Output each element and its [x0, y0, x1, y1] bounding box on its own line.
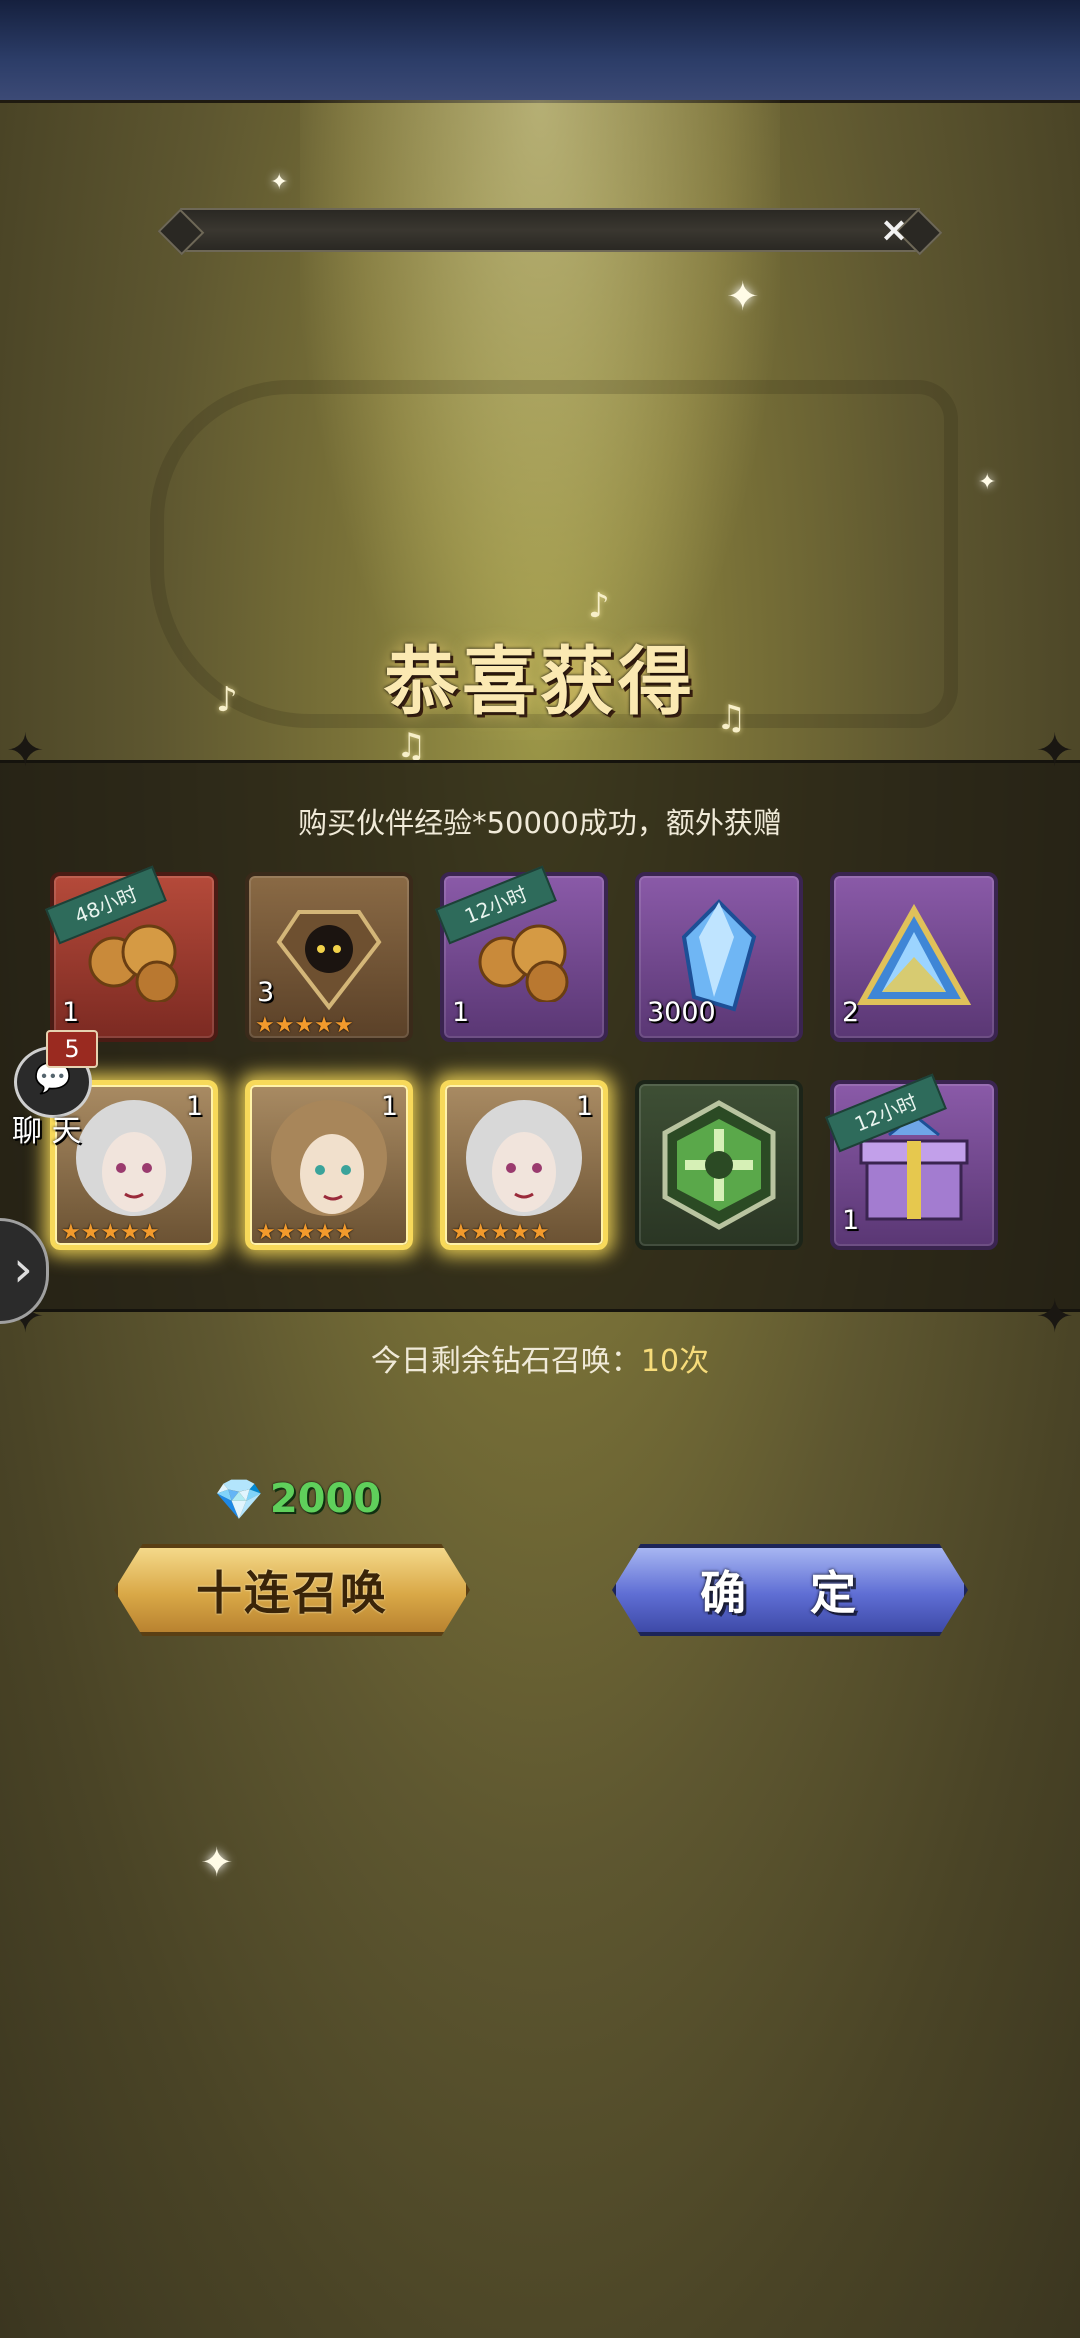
item-quantity: 3000: [647, 997, 716, 1028]
star-rating: ★★★★★: [255, 1013, 354, 1038]
title-bar: [157, 208, 943, 256]
reward-item[interactable]: 3 ★★★★★: [245, 872, 413, 1042]
item-quantity: 3: [257, 977, 275, 1008]
remaining-label: 今日剩余钻石召唤：: [370, 1344, 641, 1379]
star-rating: ★★★★★: [256, 1220, 355, 1245]
item-quantity: 1: [380, 1091, 398, 1122]
confirm-button[interactable]: 确 定: [612, 1544, 968, 1636]
chat-label: 聊 天: [12, 1114, 82, 1149]
congratulations-banner: 恭喜获得: [384, 639, 696, 725]
star-rating: ★★★★★: [451, 1220, 550, 1245]
reward-item[interactable]: 12小时 1: [825, 1073, 998, 1250]
item-quantity: 2: [842, 997, 860, 1028]
remaining-count: 10次: [640, 1344, 710, 1379]
reward-item[interactable]: 2: [830, 872, 998, 1042]
sparkle-icon: ✦: [200, 1840, 234, 1886]
cost-value: 2000: [269, 1476, 382, 1522]
star-rating: ★★★★★: [61, 1220, 160, 1245]
ten-summon-button[interactable]: 十连召唤: [114, 1544, 470, 1636]
sparkle-icon: ✦: [978, 470, 997, 495]
item-quantity: 1: [185, 1091, 203, 1122]
reward-item[interactable]: 12小时 1: [435, 865, 608, 1042]
reward-item[interactable]: 1 ★★★★★: [440, 1080, 608, 1250]
sparkle-icon: ✦: [726, 274, 760, 320]
ornament-corner-icon: ✦: [1035, 1289, 1074, 1343]
item-quantity: 1: [452, 997, 470, 1028]
chat-unread-badge: 5: [46, 1030, 98, 1068]
close-icon[interactable]: ×: [876, 212, 912, 248]
remaining-summons: 今日剩余钻石召唤：10次: [0, 1336, 1080, 1380]
top-night-sky-band: [0, 0, 1080, 103]
reward-item[interactable]: 1 ★★★★★: [245, 1080, 413, 1250]
reward-item[interactable]: [635, 1080, 803, 1250]
diamond-icon: 💎: [214, 1476, 264, 1523]
reward-item[interactable]: 48小时 1: [45, 865, 218, 1042]
ornament-corner-icon: ✦: [1035, 723, 1074, 777]
item-quantity: 1: [575, 1091, 593, 1122]
summon-cost: 💎 2000: [214, 1474, 381, 1524]
chat-button[interactable]: 💬 5 聊 天: [4, 1030, 98, 1149]
title-bar-left-cap: [157, 208, 205, 256]
purchase-message: 购买伙伴经验*50000成功，额外获赠: [298, 806, 782, 840]
ornament-corner-icon: ✦: [6, 723, 45, 777]
reward-item[interactable]: 3000: [635, 872, 803, 1042]
item-quantity: 1: [62, 997, 80, 1028]
item-quantity: 1: [842, 1205, 860, 1236]
green-emblem-icon: [639, 1084, 799, 1246]
music-note-icon: ♪: [588, 586, 610, 626]
sparkle-icon: ✦: [270, 170, 289, 195]
